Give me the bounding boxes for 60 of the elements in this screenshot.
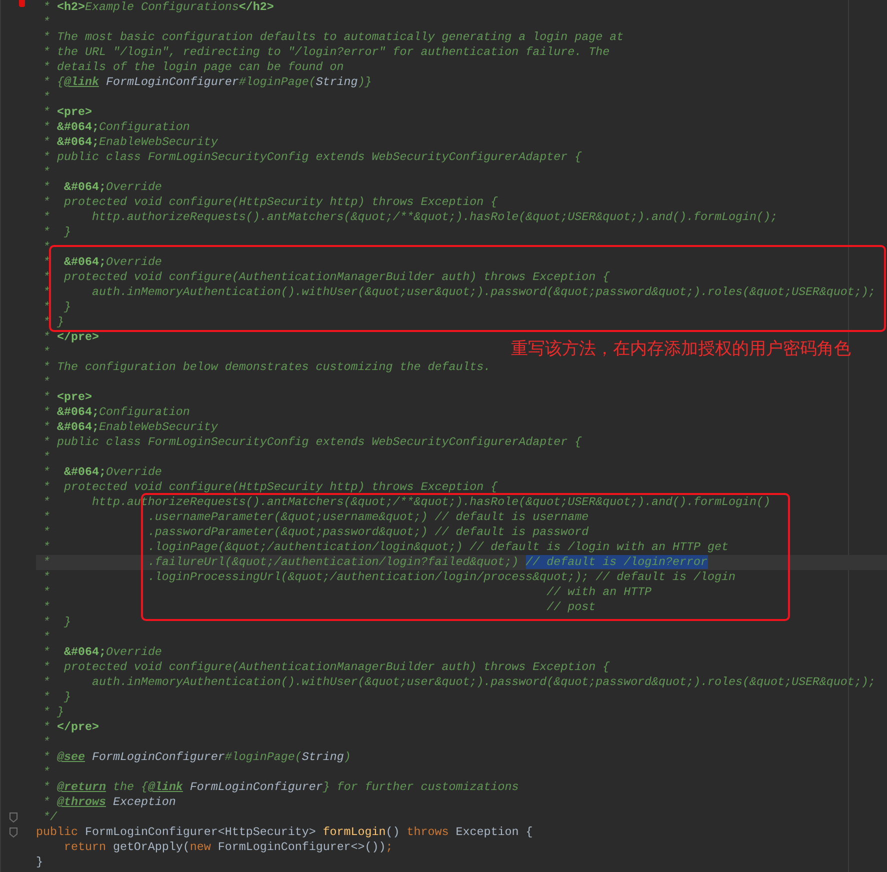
code-line: * public class FormLoginSecurityConfig extends WebSecurityConfigurerAdapter { — [42, 435, 582, 450]
code-line: * The most basic configuration defaults to automatically generating a login page at — [42, 30, 624, 45]
code-line: * </pre> — [42, 330, 99, 345]
code-line: * &#064;Override — [42, 465, 162, 480]
code-line: * — [42, 15, 50, 30]
code-line: * — [42, 165, 50, 180]
code-line: * // with an HTTP — [42, 585, 652, 600]
code-line: * the URL "/login", redirecting to "/login?error" for authentication failure. The — [42, 45, 610, 60]
code-line: * } — [42, 705, 64, 720]
code-line: public FormLoginConfigurer<HttpSecurity> formLogin() throws Exception { — [36, 825, 533, 840]
code-line: } — [36, 855, 43, 870]
code-line: * @throws Exception — [42, 795, 176, 810]
code-line: * protected void configure(AuthenticationManagerBuilder auth) throws Exception { — [42, 270, 610, 285]
code-line: * protected void configure(HttpSecurity http) throws Exception { — [42, 480, 498, 495]
code-line: * {@link FormLoginConfigurer#loginPage(String)} — [42, 75, 372, 90]
code-line: * &#064;Override — [42, 645, 162, 660]
code-line: * The configuration below demonstrates customizing the defaults. — [42, 360, 491, 375]
fold-icon[interactable] — [9, 812, 18, 823]
annotation-note: 重写该方法，在内存添加授权的用户密码角色 — [511, 339, 851, 359]
code-line: * <h2>Example Configurations</h2> — [42, 0, 274, 15]
code-line: * details of the login page can be found on — [42, 60, 344, 75]
code-line: * &#064;Configuration — [42, 120, 190, 135]
code-line: * &#064;EnableWebSecurity — [42, 135, 218, 150]
code-line: * .usernameParameter(&quot;username&quot;) // default is username — [42, 510, 589, 525]
code-line: * — [42, 765, 50, 780]
code-line: * } — [42, 315, 64, 330]
code-line: * protected void configure(AuthenticationManagerBuilder auth) throws Exception { — [42, 660, 610, 675]
code-line: * &#064;Configuration — [42, 405, 190, 420]
error-marker-icon — [19, 0, 25, 7]
code-line: * — [42, 450, 50, 465]
code-line: * http.authorizeRequests().antMatchers(&quot;/**&quot;).hasRole(&quot;USER&quot;).and().formLogin(); — [42, 210, 778, 225]
code-line: * auth.inMemoryAuthentication().withUser(&quot;user&quot;).password(&quot;password&quot;).roles(&quot;USER&quot;); — [42, 285, 876, 300]
code-line: * — [42, 735, 50, 750]
code-line: * } — [42, 300, 71, 315]
code-line: * &#064;Override — [42, 180, 162, 195]
code-line: * — [42, 375, 50, 390]
code-line: * .loginProcessingUrl(&quot;/authentication/login/process&quot;); // default is /login — [42, 570, 736, 585]
code-line: * } — [42, 615, 71, 630]
code-line: * @return the {@link FormLoginConfigurer} for further customizations — [42, 780, 519, 795]
fold-icon[interactable] — [9, 827, 18, 838]
code-line: * } — [42, 690, 71, 705]
code-line: */ — [42, 810, 57, 825]
code-line: * <pre> — [42, 390, 92, 405]
code-line: * .loginPage(&quot;/authentication/login&quot;) // default is /login with an HTTP get — [42, 540, 728, 555]
code-line: * &#064;Override — [42, 255, 162, 270]
code-line: * auth.inMemoryAuthentication().withUser(&quot;user&quot;).password(&quot;password&quot;).roles(&quot;USER&quot;); — [42, 675, 876, 690]
code-line: * — [42, 345, 50, 360]
code-line: * — [42, 90, 50, 105]
code-line: * } — [42, 225, 71, 240]
code-line: * .passwordParameter(&quot;password&quot;) // default is password — [42, 525, 589, 540]
code-line: * // post — [42, 600, 596, 615]
code-line: * — [42, 630, 50, 645]
code-line: * <pre> — [42, 105, 92, 120]
code-line: * </pre> — [42, 720, 99, 735]
code-line: * @see FormLoginConfigurer#loginPage(String) — [42, 750, 351, 765]
code-line: * — [42, 240, 50, 255]
code-line: * &#064;EnableWebSecurity — [42, 420, 218, 435]
code-line: return getOrApply(new FormLoginConfigurer<>()); — [62, 840, 393, 855]
code-line: * public class FormLoginSecurityConfig extends WebSecurityConfigurerAdapter { — [42, 150, 582, 165]
code-line: * protected void configure(HttpSecurity http) throws Exception { — [42, 195, 498, 210]
